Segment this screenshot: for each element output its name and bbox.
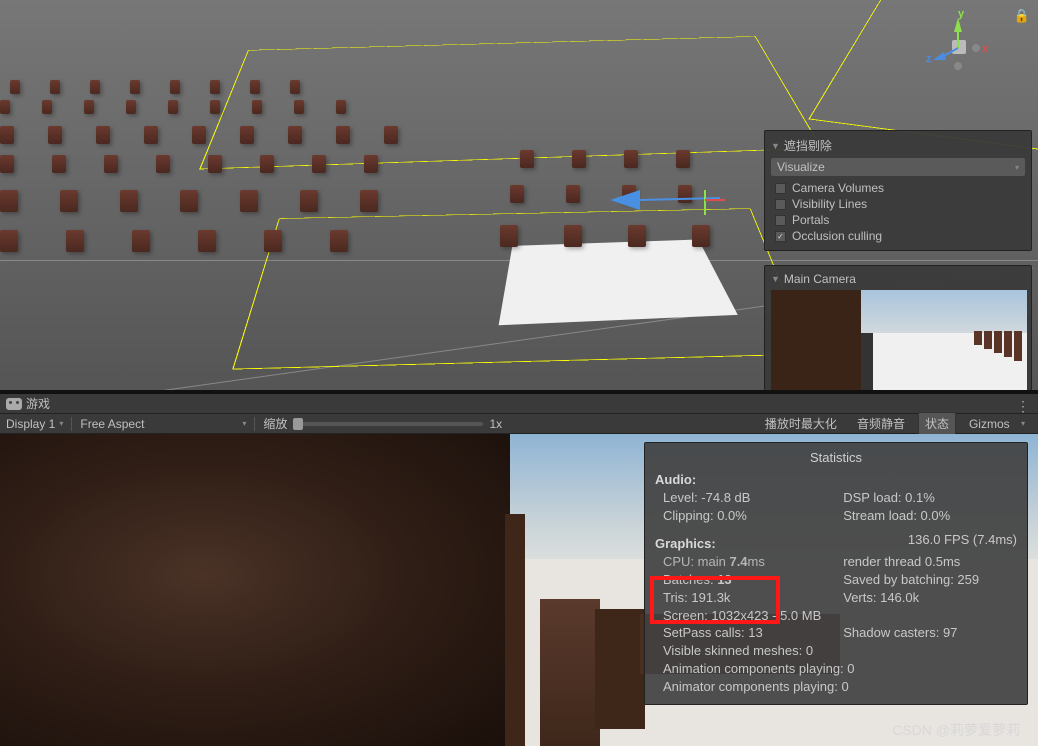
dropdown-arrow-icon: ▾ bbox=[1021, 419, 1025, 428]
portals-toggle[interactable]: Portals bbox=[771, 212, 1025, 228]
stats-button[interactable]: 状态 bbox=[918, 412, 956, 435]
mute-audio-button[interactable]: 音频静音 bbox=[850, 412, 912, 435]
stat-dsp: DSP load: 0.1% bbox=[843, 489, 1017, 507]
visibility-lines-toggle[interactable]: Visibility Lines bbox=[771, 196, 1025, 212]
scale-label: 缩放 bbox=[263, 415, 287, 432]
stat-cpu: CPU: main 7.4ms bbox=[655, 553, 843, 571]
audio-header: Audio: bbox=[655, 471, 1017, 489]
stat-tris: Tris: 191.3k bbox=[655, 589, 843, 607]
game-tab-label[interactable]: 游戏 bbox=[26, 395, 50, 412]
dropdown-arrow-icon: ▾ bbox=[59, 419, 63, 428]
panel-menu-icon[interactable]: ⋮ bbox=[1016, 398, 1030, 415]
graphics-header: Graphics: bbox=[655, 535, 908, 553]
stat-shadow: Shadow casters: 97 bbox=[843, 624, 1017, 642]
stats-title: Statistics bbox=[655, 449, 1017, 467]
collapse-icon[interactable]: ▼ bbox=[771, 141, 780, 151]
watermark: CSDN @莉萝爱萝莉 bbox=[892, 720, 1020, 740]
orientation-gizmo[interactable]: y z x bbox=[918, 8, 998, 88]
dropdown-arrow-icon: ▾ bbox=[1015, 163, 1019, 172]
gizmos-dropdown[interactable]: Gizmos ▾ bbox=[962, 414, 1032, 434]
dropdown-arrow-icon: ▾ bbox=[242, 419, 246, 428]
stat-skinned: Visible skinned meshes: 0 bbox=[655, 642, 1017, 660]
stat-fps: 136.0 FPS (7.4ms) bbox=[908, 531, 1017, 553]
stat-animator: Animator components playing: 0 bbox=[655, 678, 1017, 696]
aspect-dropdown[interactable]: Free Aspect▾ bbox=[80, 417, 246, 431]
occlusion-culling-panel[interactable]: ▼ 遮挡剔除 Visualize ▾ Camera Volumes Visibil… bbox=[764, 130, 1032, 251]
stat-clipping: Clipping: 0.0% bbox=[655, 507, 843, 525]
camera-volumes-toggle[interactable]: Camera Volumes bbox=[771, 180, 1025, 196]
occlusion-title: 遮挡剔除 bbox=[784, 137, 832, 154]
stat-verts: Verts: 146.0k bbox=[843, 589, 1017, 607]
stat-screen: Screen: 1032x423 - 5.0 MB bbox=[655, 607, 1017, 625]
visualize-label: Visualize bbox=[777, 160, 825, 174]
game-controller-icon bbox=[6, 398, 22, 410]
ground-plane bbox=[499, 240, 738, 326]
lock-icon[interactable]: 🔒 bbox=[1014, 8, 1030, 24]
collapse-icon[interactable]: ▼ bbox=[771, 274, 780, 284]
game-toolbar: Display 1▾ Free Aspect▾ 缩放 1x 播放时最大化 音频静… bbox=[0, 414, 1038, 434]
main-camera-panel[interactable]: ▼ Main Camera bbox=[764, 265, 1032, 390]
stat-setpass: SetPass calls: 13 bbox=[655, 624, 843, 642]
display-dropdown[interactable]: Display 1▾ bbox=[6, 417, 63, 431]
occlusion-culling-toggle[interactable]: ✓Occlusion culling bbox=[771, 228, 1025, 244]
stat-render: render thread 0.5ms bbox=[843, 553, 1017, 571]
statistics-panel: Statistics Audio: Level: -74.8 dB DSP lo… bbox=[644, 442, 1028, 705]
camera-preview bbox=[771, 290, 1027, 390]
visualize-dropdown[interactable]: Visualize ▾ bbox=[771, 158, 1025, 176]
scene-view[interactable]: y z x 🔒 ▼ 遮挡剔除 Visualize ▾ Camera Volumes… bbox=[0, 0, 1038, 390]
scale-value: 1x bbox=[489, 417, 502, 431]
stat-stream: Stream load: 0.0% bbox=[843, 507, 1017, 525]
stat-saved: Saved by batching: 259 bbox=[843, 571, 1017, 589]
stat-anim-comp: Animation components playing: 0 bbox=[655, 660, 1017, 678]
stat-level: Level: -74.8 dB bbox=[655, 489, 843, 507]
main-camera-title: Main Camera bbox=[784, 272, 856, 286]
game-tab-bar: 游戏 bbox=[0, 394, 1038, 414]
maximize-on-play-button[interactable]: 播放时最大化 bbox=[758, 412, 844, 435]
camera-gizmo[interactable] bbox=[610, 190, 730, 230]
stat-batches: Batches: 13 bbox=[655, 571, 843, 589]
scale-slider[interactable] bbox=[293, 422, 483, 426]
